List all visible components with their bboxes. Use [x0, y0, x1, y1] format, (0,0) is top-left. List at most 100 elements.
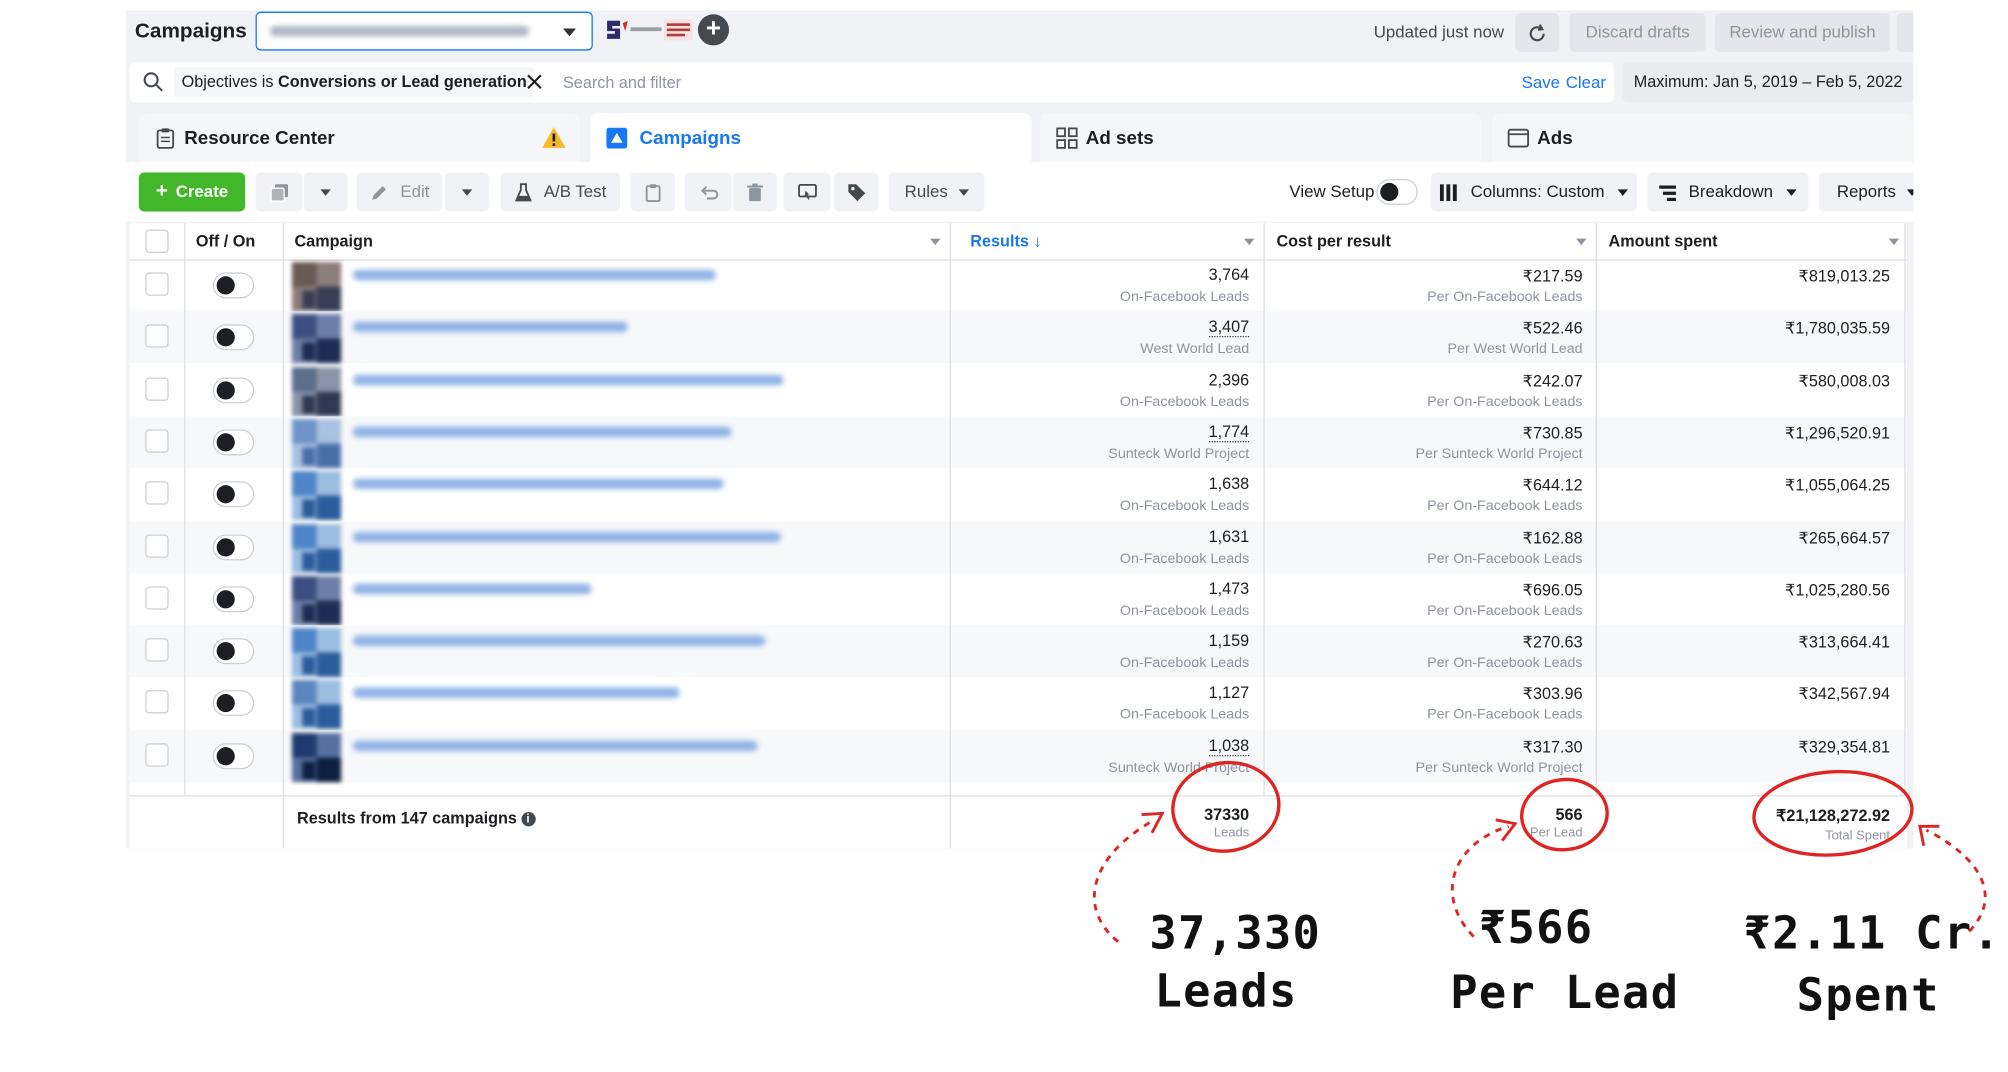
chevron-down-icon[interactable]: [1576, 238, 1587, 246]
delete-button[interactable]: [732, 172, 778, 212]
tab-campaigns[interactable]: Campaigns: [590, 112, 1032, 163]
row-checkbox[interactable]: [145, 638, 169, 662]
edit-button[interactable]: Edit: [356, 172, 443, 212]
table-row[interactable]: 1,473 On-Facebook Leads ₹696.05 Per On-Face…: [130, 573, 1907, 625]
more-options-button[interactable]: [1896, 12, 1914, 52]
tab-ads[interactable]: Ads: [1491, 112, 1914, 163]
add-account-icon[interactable]: +: [697, 14, 730, 46]
results-value: 3,407: [1208, 318, 1250, 338]
cost-total: 566: [1555, 805, 1583, 824]
campaign-name-redacted[interactable]: [352, 688, 680, 699]
campaign-name-redacted[interactable]: [352, 583, 592, 594]
search-input[interactable]: [560, 68, 1085, 98]
tab-ad-sets[interactable]: Ad sets: [1040, 112, 1482, 163]
campaign-toggle[interactable]: [212, 690, 255, 717]
table-row[interactable]: 1,127 On-Facebook Leads ₹303.96 Per On-Face…: [130, 678, 1907, 730]
row-checkbox[interactable]: [145, 690, 169, 714]
duplicate-menu-button[interactable]: [303, 172, 348, 212]
campaign-name-redacted[interactable]: [352, 426, 732, 438]
review-publish-button[interactable]: Review and publish: [1714, 12, 1891, 52]
clipboard-button[interactable]: [630, 172, 675, 212]
results-type: On-Facebook Leads: [1119, 602, 1250, 619]
campaign-thumbnail: [291, 366, 342, 416]
campaign-name-redacted[interactable]: [352, 740, 758, 751]
campaign-toggle[interactable]: [212, 376, 255, 403]
results-value: 2,396: [1208, 370, 1250, 389]
ab-test-button[interactable]: A/B Test: [500, 172, 621, 212]
cost-per-result-type: Per On-Facebook Leads: [1427, 550, 1583, 567]
campaign-toggle[interactable]: [212, 272, 255, 299]
campaign-toggle[interactable]: [212, 429, 255, 456]
results-type: Sunteck World Project: [1108, 759, 1250, 776]
toggle-knob: [216, 328, 235, 347]
tab-resource-center[interactable]: Resource Center: [138, 112, 580, 163]
table-row[interactable]: 3,407 West World Lead ₹522.46 Per West Worl…: [129, 311, 1907, 364]
table-row[interactable]: 1,631 On-Facebook Leads ₹162.88 Per On-Face…: [129, 520, 1907, 573]
column-header-campaign[interactable]: Campaign: [294, 223, 372, 259]
chevron-down-icon[interactable]: [1244, 238, 1255, 246]
cost-per-result-value: ₹303.96: [1522, 685, 1583, 704]
campaign-name-redacted[interactable]: [352, 269, 717, 281]
row-checkbox[interactable]: [145, 376, 169, 401]
campaign-thumbnail: [291, 314, 342, 364]
columns-button[interactable]: Columns: Custom: [1430, 172, 1638, 212]
edit-menu-button[interactable]: [444, 172, 490, 212]
row-checkbox[interactable]: [145, 533, 169, 558]
duplicate-button[interactable]: [255, 172, 303, 212]
cost-per-result-value: ₹730.85: [1522, 424, 1583, 443]
table-row[interactable]: 3,764 On-Facebook Leads ₹217.59 Per On-Face…: [130, 259, 1907, 312]
campaign-toggle[interactable]: [212, 638, 255, 665]
table-row[interactable]: 1,038 Sunteck World Project ₹317.30 Per Sun…: [129, 729, 1907, 782]
breakdown-button[interactable]: Breakdown: [1647, 172, 1809, 212]
save-filter-link[interactable]: Save: [1522, 73, 1560, 92]
objective-filter-chip[interactable]: Objectives is Conversions or Lead genera…: [173, 67, 535, 98]
close-icon[interactable]: [525, 73, 543, 91]
undo-button[interactable]: [684, 172, 732, 212]
campaign-name-redacted[interactable]: [352, 635, 766, 647]
campaign-toggle[interactable]: [212, 742, 255, 769]
select-all-checkbox[interactable]: [145, 229, 169, 253]
campaign-name-redacted[interactable]: [352, 374, 784, 385]
table-row[interactable]: 1,638 On-Facebook Leads ₹644.12 Per On-Face…: [130, 469, 1907, 521]
column-header-results[interactable]: Results ↓: [970, 223, 1041, 259]
campaign-name-redacted[interactable]: [352, 322, 628, 333]
refresh-button[interactable]: [1515, 12, 1560, 52]
row-checkbox[interactable]: [145, 429, 169, 453]
cost-per-result-type: Per Sunteck World Project: [1415, 759, 1583, 776]
date-range-picker[interactable]: Maximum: Jan 5, 2019 – Feb 5, 2022: [1622, 62, 1914, 103]
rules-button[interactable]: Rules: [888, 172, 985, 212]
preview-button[interactable]: [783, 172, 831, 212]
column-header-cost-per-result[interactable]: Cost per result: [1276, 223, 1390, 259]
row-checkbox[interactable]: [145, 272, 169, 296]
discard-drafts-button[interactable]: Discard drafts: [1569, 12, 1706, 52]
campaign-thumbnail: [291, 680, 342, 730]
campaign-name-redacted[interactable]: [352, 478, 724, 490]
row-checkbox[interactable]: [145, 481, 169, 505]
filter-chip-value: Conversions or Lead generation: [278, 72, 527, 91]
toggle-knob: [216, 433, 235, 452]
clear-filter-link[interactable]: Clear: [1566, 73, 1606, 92]
row-checkbox[interactable]: [145, 324, 169, 349]
table-row[interactable]: 2,396 On-Facebook Leads ₹242.07 Per On-Face…: [130, 364, 1907, 416]
column-header-amount-spent[interactable]: Amount spent: [1609, 223, 1718, 259]
tag-button[interactable]: [834, 172, 879, 212]
campaign-toggle[interactable]: [212, 324, 255, 351]
campaign-toggle[interactable]: [212, 481, 255, 508]
campaign-toggle[interactable]: [212, 533, 255, 560]
info-icon[interactable]: i: [520, 812, 536, 827]
reports-button[interactable]: Reports: [1818, 172, 1914, 212]
row-checkbox[interactable]: [145, 586, 169, 610]
chevron-down-icon[interactable]: [930, 238, 941, 246]
campaign-name-redacted[interactable]: [352, 531, 781, 542]
view-setup-toggle[interactable]: [1376, 179, 1418, 205]
table-row[interactable]: 1,774 Sunteck World Project ₹730.85 Per Sun…: [129, 416, 1907, 469]
row-checkbox[interactable]: [145, 742, 169, 767]
campaign-toggle[interactable]: [212, 586, 255, 613]
create-button[interactable]: + Create: [138, 172, 246, 212]
grid-icon: [1056, 127, 1078, 149]
chevron-down-icon[interactable]: [1888, 238, 1900, 246]
account-select[interactable]: [255, 11, 593, 51]
table-row[interactable]: 1,159 On-Facebook Leads ₹270.63 Per On-Face…: [129, 625, 1907, 678]
chevron-down-icon: [562, 28, 576, 37]
column-divider: [1263, 223, 1265, 796]
